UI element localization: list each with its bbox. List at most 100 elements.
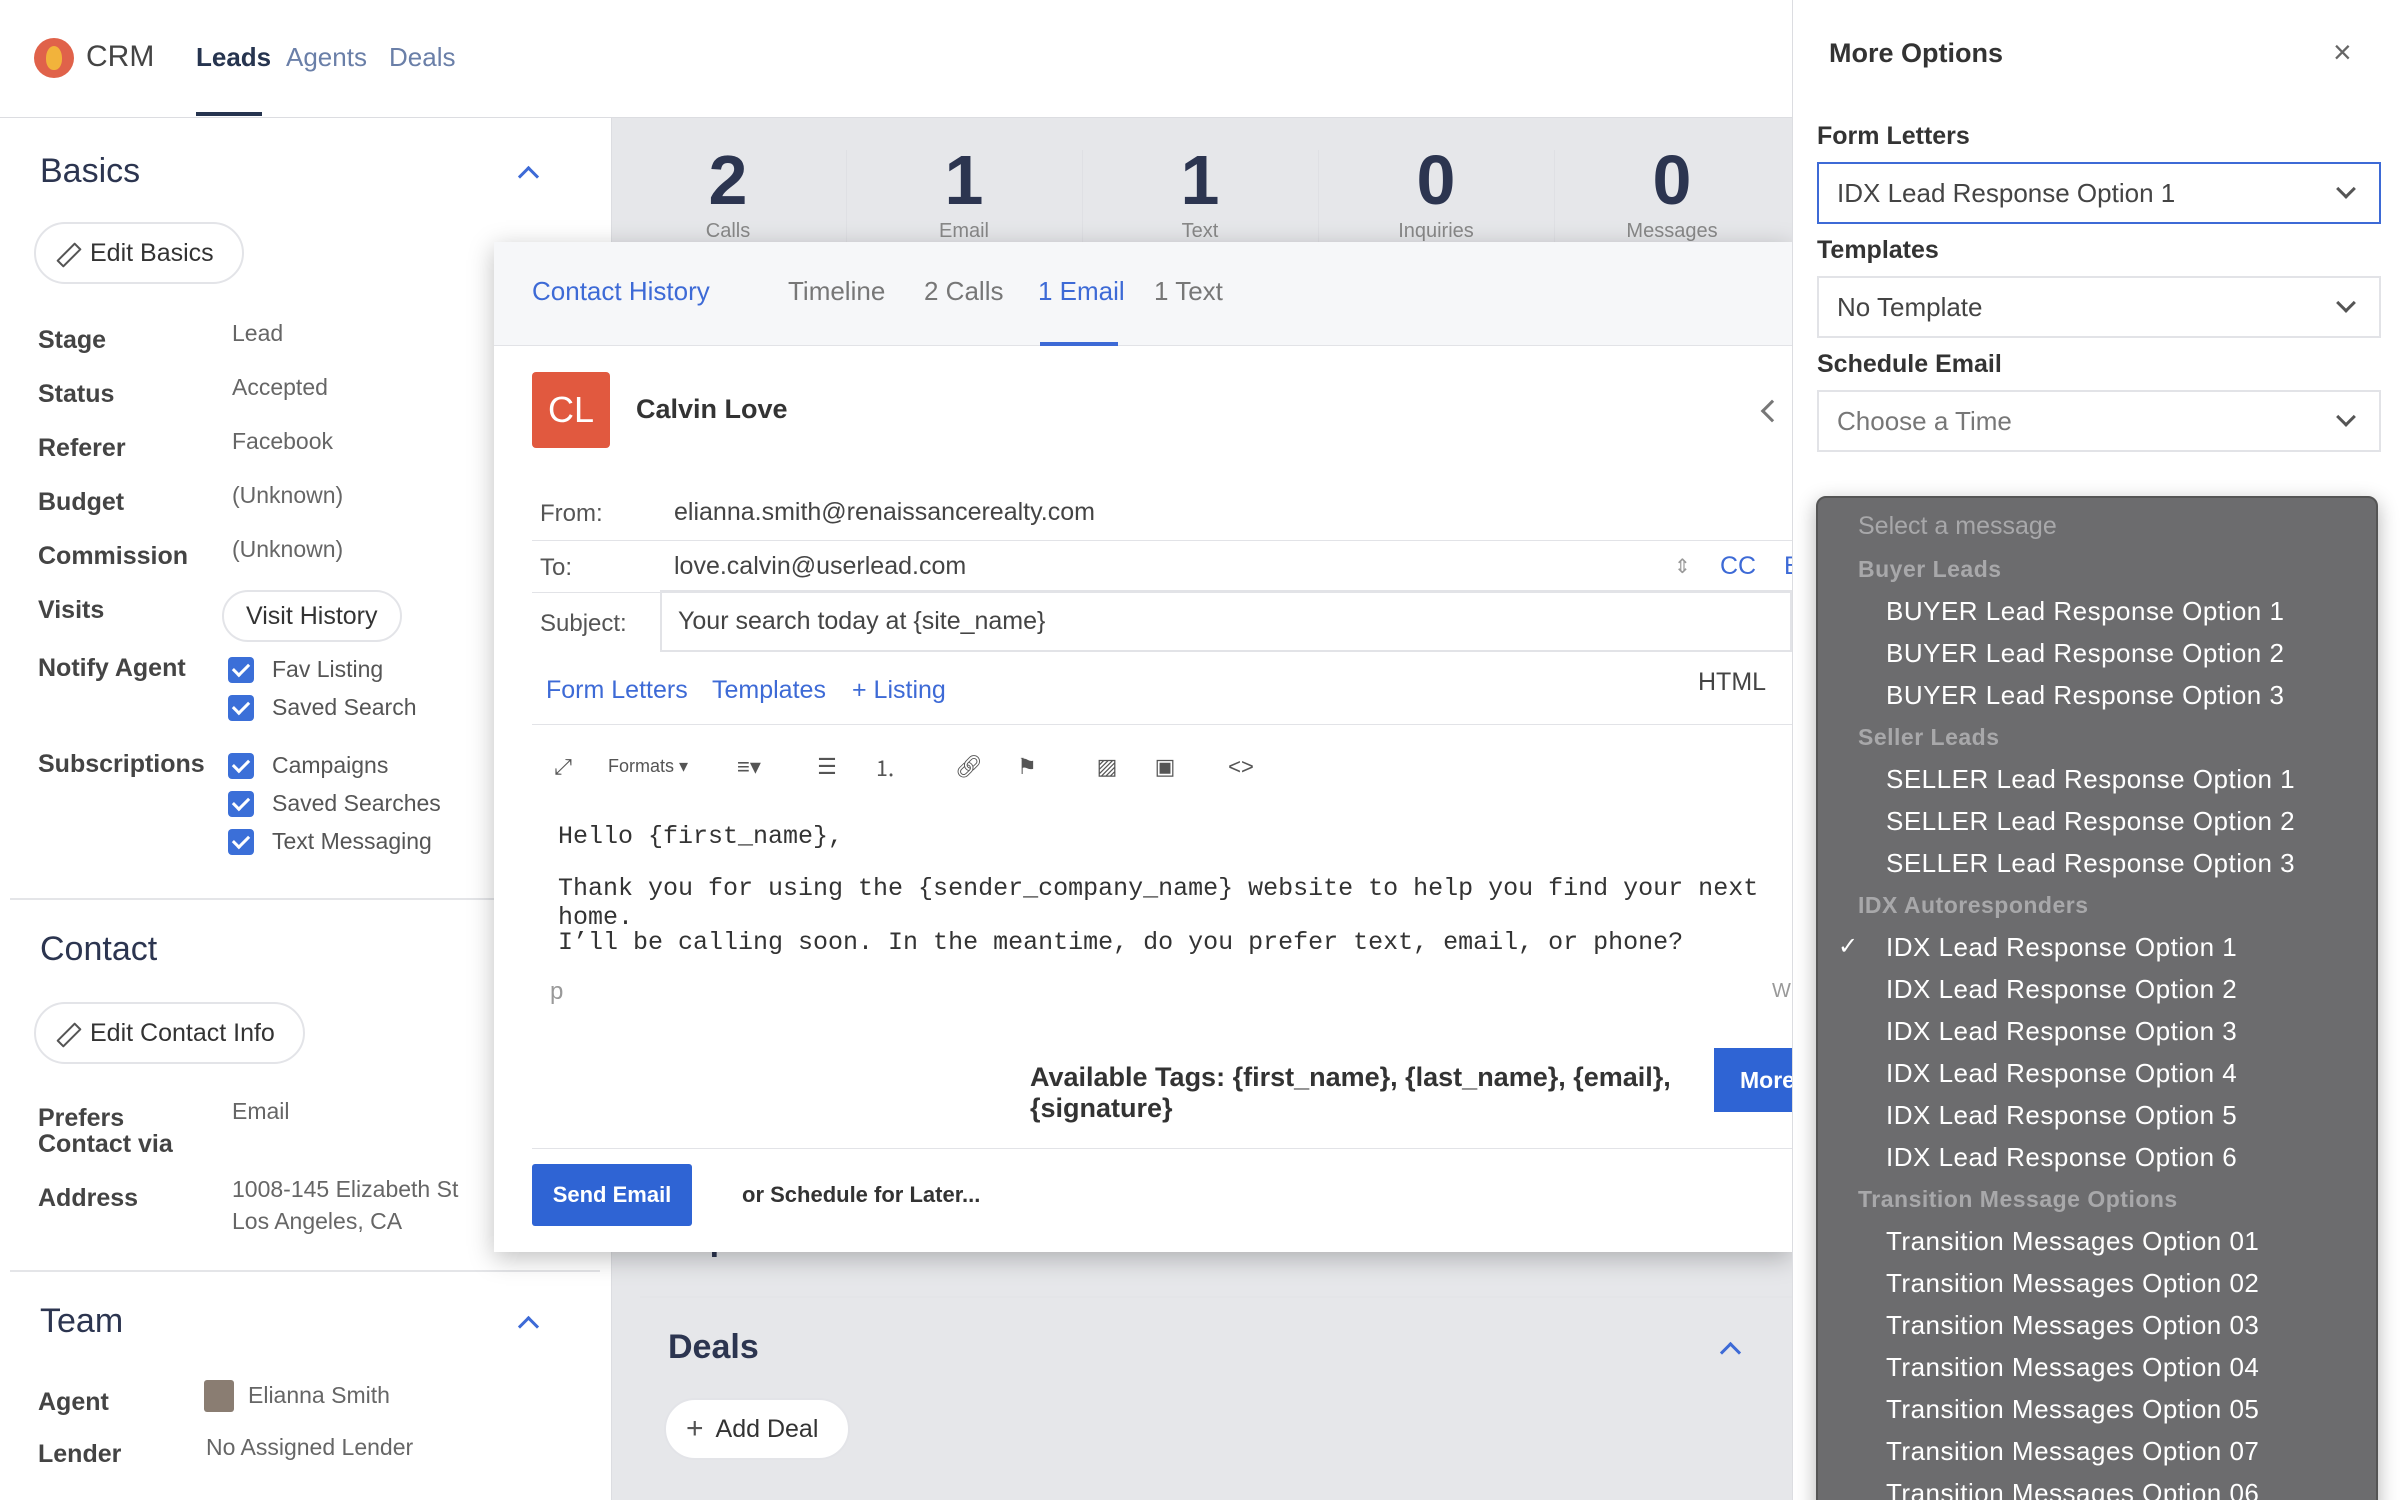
contact-avatar: CL	[532, 372, 610, 448]
visit-history-button[interactable]: Visit History	[222, 590, 402, 642]
subscription-saved-searches-checkbox[interactable]: Saved Searches	[228, 790, 441, 817]
cc-link[interactable]: CC	[1720, 552, 1756, 581]
deals-title: Deals	[668, 1328, 759, 1366]
source-code-icon[interactable]: <>	[1226, 752, 1256, 782]
chevron-left-icon[interactable]	[1756, 398, 1780, 422]
subject-input[interactable]: Your search today at {site_name}	[660, 590, 1792, 652]
dropdown-option-selected[interactable]: IDX Lead Response Option 1	[1886, 932, 2237, 963]
html-toggle[interactable]: HTML	[1698, 668, 1766, 697]
stat-calls[interactable]: 2 Calls	[610, 140, 846, 243]
email-body-line[interactable]: Thank you for using the {sender_company_…	[558, 874, 1792, 932]
notify-fav-listing-checkbox[interactable]: Fav Listing	[228, 656, 383, 683]
to-field[interactable]: love.calvin@userlead.com	[674, 552, 966, 581]
check-icon: ✓	[1838, 933, 1859, 960]
brand-name: CRM	[86, 40, 155, 73]
to-label: To:	[540, 554, 573, 581]
dropdown-option[interactable]: IDX Lead Response Option 3	[1886, 1016, 2237, 1047]
dropdown-option[interactable]: IDX Lead Response Option 2	[1886, 974, 2237, 1005]
stat-messages[interactable]: 0 Messages	[1554, 140, 1790, 243]
schedule-email-select[interactable]: Choose a Time	[1817, 390, 2381, 452]
media-icon[interactable]: ▣	[1150, 752, 1180, 782]
bcc-link[interactable]: B	[1784, 552, 1792, 581]
dropdown-option[interactable]: SELLER Lead Response Option 1	[1886, 764, 2295, 795]
dropdown-group-label: IDX Autoresponders	[1858, 892, 2089, 918]
add-listing-link[interactable]: + Listing	[852, 676, 946, 705]
form-letters-select[interactable]: IDX Lead Response Option 1	[1817, 162, 2381, 224]
link-icon[interactable]: 🔗︎	[954, 752, 984, 782]
nav-tab-deals[interactable]: Deals	[389, 42, 455, 73]
more-options-title: More Options	[1829, 38, 2003, 68]
subscription-campaigns-checkbox[interactable]: Campaigns	[228, 752, 388, 779]
dropdown-option[interactable]: SELLER Lead Response Option 2	[1886, 806, 2295, 837]
stat-number: 1	[944, 141, 984, 219]
dropdown-option[interactable]: Transition Messages Option 05	[1886, 1394, 2259, 1425]
subject-label: Subject:	[540, 610, 627, 637]
align-dropdown-icon[interactable]: ≡▾	[726, 752, 772, 782]
numbered-list-icon[interactable]: ⒈	[870, 752, 900, 782]
tab-timeline[interactable]: Timeline	[788, 276, 885, 307]
plus-icon: +	[686, 1412, 704, 1445]
nav-tab-agents[interactable]: Agents	[286, 42, 367, 73]
formats-dropdown[interactable]: Formats ▾	[608, 756, 688, 777]
tab-email[interactable]: 1 Email	[1038, 276, 1125, 307]
element-path: p	[550, 978, 564, 1005]
dropdown-option[interactable]: IDX Lead Response Option 5	[1886, 1100, 2237, 1131]
image-icon[interactable]: ▨	[1092, 752, 1122, 782]
email-body-line[interactable]: Hello {first_name},	[558, 822, 843, 851]
dropdown-option[interactable]: BUYER Lead Response Option 3	[1886, 680, 2284, 711]
team-collapse-chevron-icon[interactable]	[516, 1310, 540, 1334]
basics-collapse-chevron-icon[interactable]	[516, 160, 540, 184]
status-value: Accepted	[232, 374, 328, 400]
status-label: Status	[38, 380, 115, 408]
more-options-button[interactable]: More	[1714, 1048, 1792, 1112]
dropdown-option[interactable]: Transition Messages Option 02	[1886, 1268, 2259, 1299]
row-divider	[532, 540, 1792, 541]
referer-label: Referer	[38, 434, 126, 462]
send-email-button[interactable]: Send Email	[532, 1164, 692, 1226]
bullet-list-icon[interactable]: ☰	[812, 752, 842, 782]
add-deal-button[interactable]: + Add Deal	[664, 1398, 851, 1460]
dropdown-option[interactable]: Transition Messages Option 03	[1886, 1310, 2259, 1341]
commission-value: (Unknown)	[232, 536, 344, 562]
crm-logo-icon[interactable]	[34, 38, 74, 78]
up-down-arrows-icon[interactable]: ⇕	[1674, 554, 1691, 579]
dropdown-option[interactable]: Transition Messages Option 06	[1886, 1478, 2259, 1500]
stat-text[interactable]: 1 Text	[1082, 140, 1318, 243]
form-letters-link[interactable]: Form Letters	[546, 676, 688, 705]
dropdown-option[interactable]: Transition Messages Option 04	[1886, 1352, 2259, 1383]
deals-collapse-chevron-icon[interactable]	[1718, 1336, 1742, 1360]
templates-select[interactable]: No Template	[1817, 276, 2381, 338]
email-body-line[interactable]: I’ll be calling soon. In the meantime, d…	[558, 928, 1683, 957]
budget-label: Budget	[38, 488, 125, 516]
stat-inquiries[interactable]: 0 Inquiries	[1318, 140, 1554, 243]
schedule-email-label: Schedule Email	[1817, 350, 2002, 378]
dropdown-group-label: Seller Leads	[1858, 724, 2000, 750]
dropdown-option[interactable]: BUYER Lead Response Option 1	[1886, 596, 2284, 627]
tab-contact-history[interactable]: Contact History	[532, 276, 710, 307]
toolbar-divider	[532, 724, 1792, 725]
fullscreen-icon[interactable]: ⤢	[548, 752, 578, 782]
agent-value[interactable]: Elianna Smith	[248, 1382, 390, 1409]
stat-email[interactable]: 1 Email	[846, 140, 1082, 243]
dropdown-option[interactable]: BUYER Lead Response Option 2	[1886, 638, 2284, 669]
dropdown-option[interactable]: SELLER Lead Response Option 3	[1886, 848, 2295, 879]
dropdown-option[interactable]: Transition Messages Option 07	[1886, 1436, 2259, 1467]
dropdown-option[interactable]: Transition Messages Option 01	[1886, 1226, 2259, 1257]
tab-calls[interactable]: 2 Calls	[924, 276, 1003, 307]
subscription-text-messaging-checkbox[interactable]: Text Messaging	[228, 828, 432, 855]
dropdown-option[interactable]: IDX Lead Response Option 4	[1886, 1058, 2237, 1089]
edit-contact-info-button[interactable]: Edit Contact Info	[34, 1002, 305, 1064]
edit-basics-button[interactable]: Edit Basics	[34, 222, 244, 284]
stat-number: 1	[1180, 141, 1220, 219]
dropdown-option[interactable]: IDX Lead Response Option 6	[1886, 1142, 2237, 1173]
tab-text[interactable]: 1 Text	[1154, 276, 1223, 307]
team-title: Team	[40, 1302, 124, 1340]
nav-tab-leads[interactable]: Leads	[196, 42, 271, 73]
edit-contact-info-label: Edit Contact Info	[90, 1018, 275, 1047]
schedule-later-link[interactable]: or Schedule for Later...	[742, 1182, 980, 1208]
notify-saved-search-checkbox[interactable]: Saved Search	[228, 694, 416, 721]
dropdown-group-label: Transition Message Options	[1858, 1186, 2178, 1212]
bookmark-icon[interactable]: ⚑	[1012, 752, 1042, 782]
templates-link[interactable]: Templates	[712, 676, 826, 705]
close-icon[interactable]: ×	[2333, 34, 2352, 71]
